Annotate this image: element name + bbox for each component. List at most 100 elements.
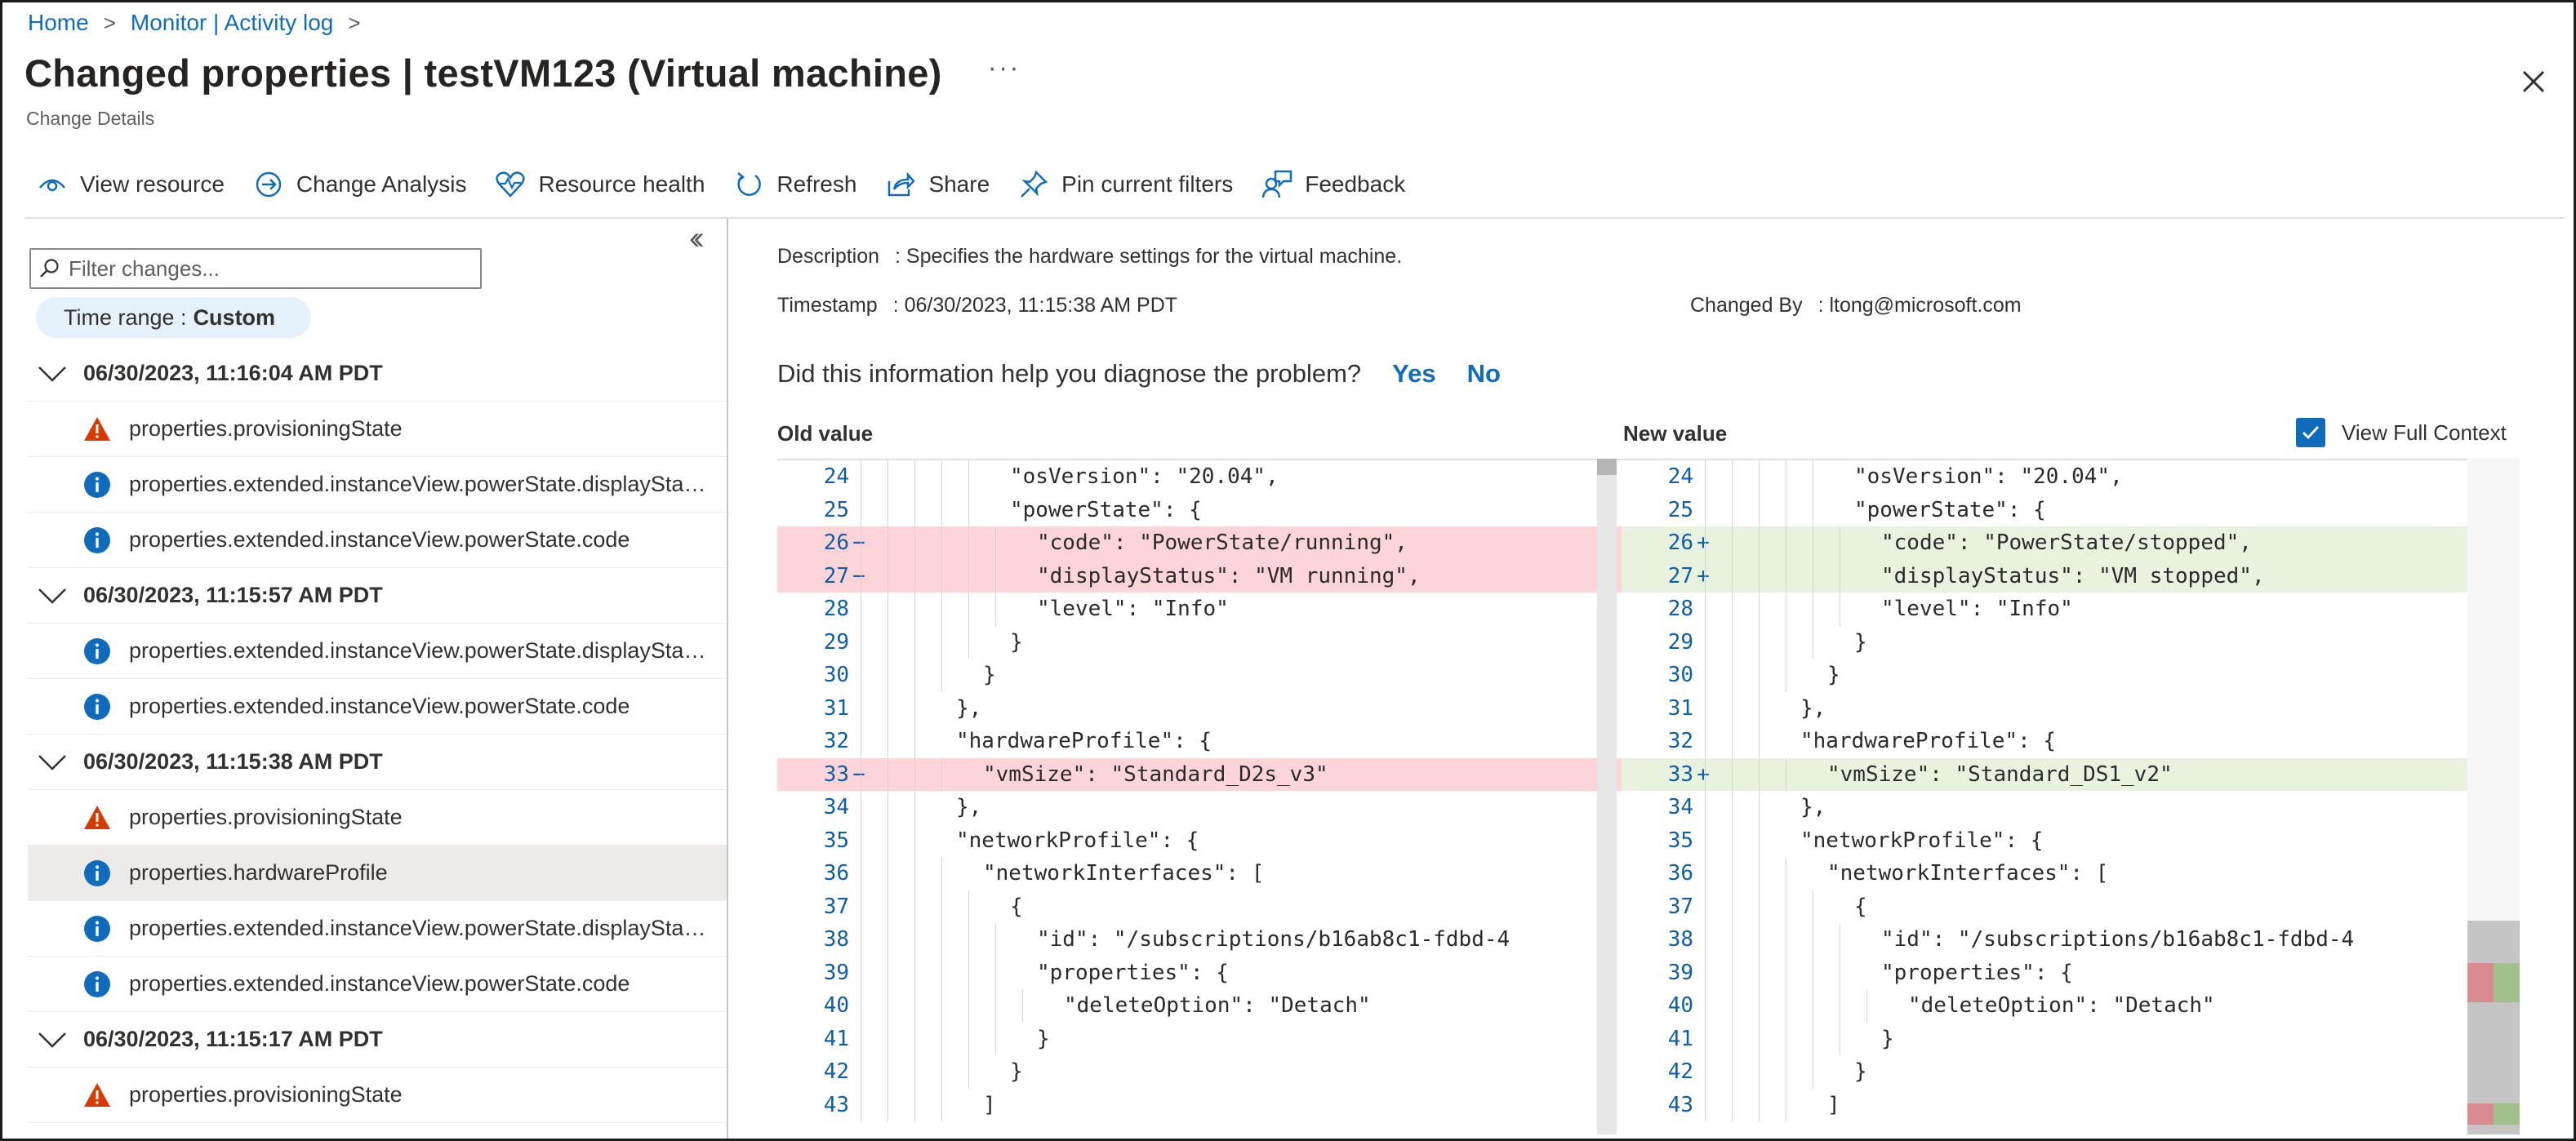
diff-line: 28 "level": "Info"	[1622, 593, 2467, 626]
change-item-label: properties.extended.instanceView.powerSt…	[129, 971, 630, 996]
change-item[interactable]: properties.extended.instanceView.powerSt…	[28, 513, 727, 568]
overview-added-marker	[2494, 1103, 2520, 1125]
old-editor-scroll-thumb[interactable]	[1597, 459, 1617, 475]
diff-line: 25 "powerState": {	[1622, 493, 2467, 526]
time-range-filter[interactable]: Time range : Custom	[36, 297, 312, 338]
pin-filters-button[interactable]: Pin current filters	[1017, 168, 1233, 201]
indent-guide	[914, 956, 915, 989]
change-item[interactable]: properties.extended.instanceView.powerSt…	[28, 624, 727, 679]
change-group-header[interactable]: 06/30/2023, 11:15:57 AM PDT	[28, 568, 727, 624]
line-number: 30	[823, 663, 849, 687]
command-bar: View resource Change Analysis Resource h…	[36, 168, 1433, 201]
filter-box	[29, 248, 482, 289]
indent-guide	[914, 460, 915, 494]
code-text: ]	[983, 1092, 996, 1117]
change-group-header[interactable]: 06/30/2023, 11:15:17 AM PDT	[28, 1012, 727, 1068]
refresh-button[interactable]: Refresh	[732, 168, 856, 201]
indent-guide	[914, 1055, 915, 1089]
code-text: }	[1010, 1059, 1023, 1084]
line-number: 29	[1667, 629, 1693, 655]
pin-filters-label: Pin current filters	[1061, 171, 1234, 197]
view-full-context-toggle[interactable]: View Full Context	[2296, 418, 2507, 447]
old-editor-scrollbar[interactable]	[1597, 459, 1617, 1134]
line-number: 31	[823, 695, 849, 721]
change-item[interactable]: properties.provisioningState	[28, 1068, 727, 1123]
line-number: 36	[1667, 861, 1693, 886]
info-icon	[84, 471, 110, 498]
diff-line: 40 "deleteOption": "Detach"	[1622, 989, 2467, 1023]
change-item[interactable]: properties.extended.instanceView.powerSt…	[28, 957, 727, 1012]
line-number: 36	[823, 861, 849, 886]
chevron-down-icon	[38, 588, 66, 604]
feedback-yes-link[interactable]: Yes	[1392, 359, 1435, 388]
share-button[interactable]: Share	[884, 168, 990, 201]
filter-changes-input[interactable]	[69, 255, 460, 282]
collapse-pane-icon[interactable]: ‹‹	[689, 220, 704, 257]
diff-line: 43]	[1622, 1088, 2467, 1121]
old-value-editor[interactable]: 24 "osVersion": "20.04", 25 "powerState": {…	[777, 459, 1622, 1134]
view-resource-button[interactable]: View resource	[36, 168, 225, 201]
indent-guide	[1759, 1088, 1760, 1121]
change-item[interactable]: properties.provisioningState	[28, 790, 727, 846]
diff-line-deleted: 26− "code": "PowerState/running",	[777, 526, 1622, 560]
overview-added-marker	[2494, 963, 2520, 1002]
old-value-heading: Old value	[777, 421, 874, 446]
indent-guide	[1759, 625, 1760, 659]
indent-guide	[1759, 824, 1760, 857]
diff-line: 37 {	[1622, 890, 2467, 923]
change-group-header[interactable]: 06/30/2023, 11:16:04 AM PDT	[28, 346, 727, 402]
indent-guide	[1732, 691, 1733, 725]
resource-health-button[interactable]: Resource health	[494, 168, 705, 201]
code-text: },	[956, 695, 982, 721]
indent-guide	[1732, 791, 1733, 824]
indent-guide	[1705, 956, 1706, 989]
feedback-button[interactable]: Feedback	[1261, 168, 1405, 201]
indent-guide	[1705, 1088, 1706, 1121]
breadcrumb-activity-log[interactable]: Monitor | Activity log	[131, 10, 333, 36]
overview-viewport[interactable]	[2467, 921, 2520, 1134]
indent-guide	[1759, 857, 1760, 890]
change-analysis-button[interactable]: Change Analysis	[252, 168, 466, 201]
feedback-no-link[interactable]: No	[1467, 359, 1501, 388]
indent-guide	[914, 824, 915, 857]
change-item-selected[interactable]: properties.hardwareProfile	[28, 846, 727, 901]
description-label: Description	[777, 245, 880, 268]
code-text: }	[1827, 663, 1840, 687]
share-label: Share	[928, 171, 990, 197]
breadcrumb-home[interactable]: Home	[28, 10, 89, 36]
change-analysis-icon	[252, 168, 285, 201]
indent-guide	[1732, 460, 1733, 494]
diff-line-added: 26 + "code": "PowerState/stopped",	[1622, 526, 2467, 560]
indent-guide	[1732, 625, 1733, 659]
eye-icon	[36, 168, 69, 201]
change-item[interactable]: properties.extended.instanceView.powerSt…	[28, 901, 727, 957]
close-icon[interactable]	[2519, 67, 2548, 96]
code-text: "networkInterfaces": [	[983, 861, 1265, 886]
change-item[interactable]: properties.extended.instanceView.powerSt…	[28, 457, 727, 513]
checkbox-checked-icon[interactable]	[2296, 418, 2325, 447]
line-number: 39	[823, 960, 849, 985]
code-text: "networkProfile": {	[956, 828, 1199, 853]
more-options-button[interactable]: ···	[988, 52, 1021, 84]
indent-guide	[968, 526, 969, 560]
code-text: {	[1010, 894, 1023, 919]
indent-guide	[914, 923, 915, 957]
change-item[interactable]: properties.provisioningState	[28, 402, 727, 457]
time-range-label: Time range :	[64, 304, 187, 330]
indent-guide	[1705, 791, 1706, 824]
indent-guide	[1732, 989, 1733, 1023]
page-subtitle: Change Details	[26, 108, 155, 129]
change-group-header[interactable]: 06/30/2023, 11:15:38 AM PDT	[28, 735, 727, 790]
indent-guide	[1759, 1055, 1760, 1089]
diff-overview-ruler[interactable]	[2467, 459, 2520, 1134]
indent-guide	[941, 956, 942, 989]
line-number: 25	[1667, 497, 1693, 522]
line-number: 31	[1667, 695, 1693, 721]
line-number: 37	[1667, 894, 1693, 919]
code-text: "deleteOption": "Detach"	[1064, 993, 1371, 1018]
change-item[interactable]: properties.extended.instanceView.powerSt…	[28, 679, 727, 735]
indent-guide	[1732, 559, 1733, 593]
new-value-editor[interactable]: 24 "osVersion": "20.04", 25 "powerState": {…	[1622, 459, 2467, 1134]
diff-line: 40 "deleteOption": "Detach"	[777, 989, 1622, 1023]
indent-guide	[1022, 989, 1023, 1023]
